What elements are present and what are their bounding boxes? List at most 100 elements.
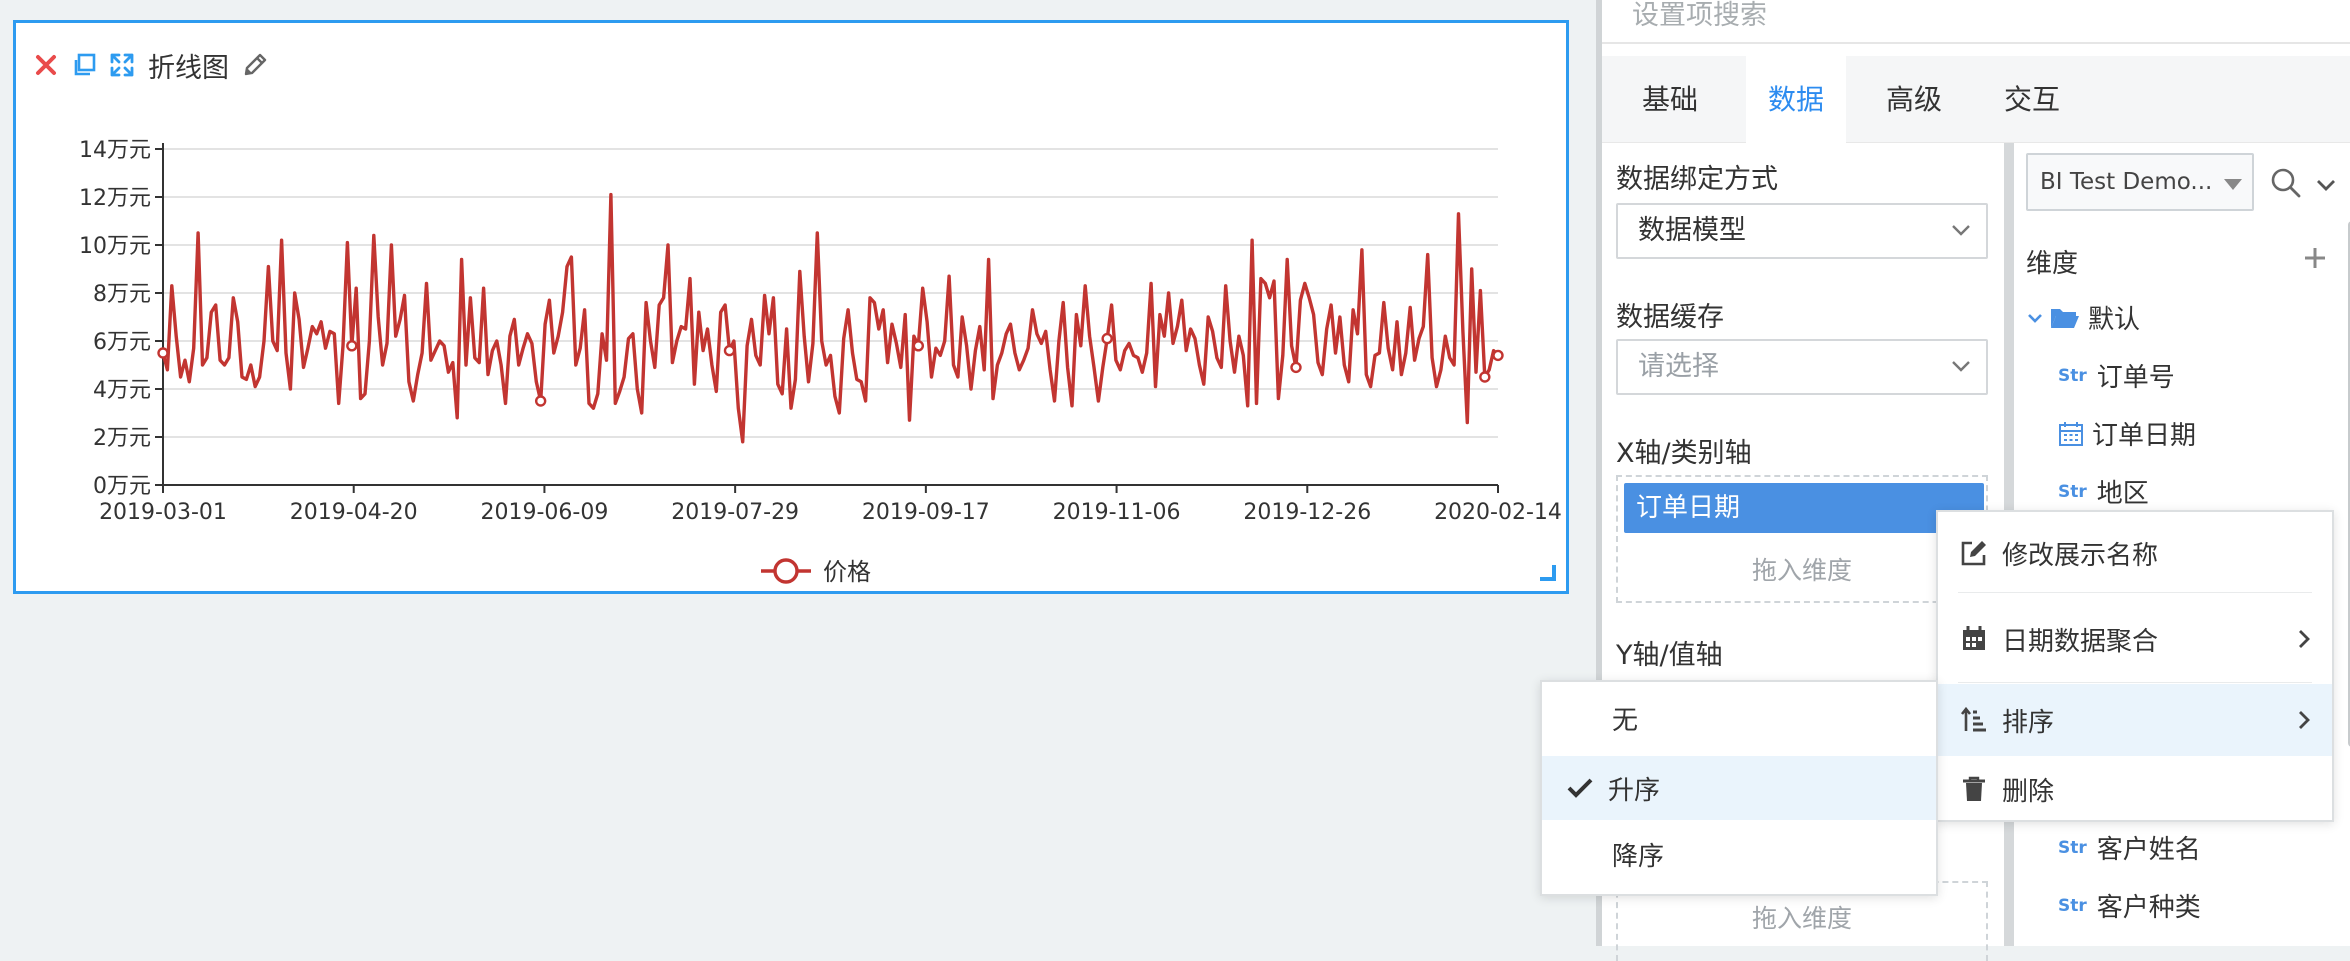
field-item[interactable]: Str 订单号	[2058, 357, 2175, 394]
tab-basic[interactable]: 基础	[1602, 56, 1738, 144]
menu-item-sort[interactable]: 排序	[1938, 684, 2332, 756]
y-tick-label: 12万元	[79, 186, 151, 211]
copy-icon[interactable]	[66, 47, 102, 83]
chevron-down-icon	[1952, 361, 1970, 372]
chevron-down-icon	[2028, 313, 2042, 323]
field-label: 订单日期	[2092, 421, 2197, 451]
menu-item-delete[interactable]: 删除	[1938, 758, 2332, 820]
widget-toolbar: 折线图	[28, 45, 275, 85]
string-type-icon: Str	[2058, 895, 2087, 916]
sort-option-descending[interactable]: 降序	[1542, 822, 1936, 886]
chevron-right-icon	[2299, 711, 2310, 729]
string-type-icon: Str	[2058, 365, 2087, 386]
tab-interaction[interactable]: 交互	[1976, 56, 2088, 144]
datasource-value: BI Test Demo...	[2040, 169, 2213, 195]
sort-submenu: 无 升序 降序	[1540, 680, 1938, 896]
y-tick-label: 4万元	[93, 378, 151, 403]
tree-folder-default[interactable]: 默认	[2026, 299, 2140, 336]
series-point	[1479, 371, 1491, 383]
field-label: 订单号	[2096, 363, 2175, 393]
field-label: 客户种类	[2096, 893, 2201, 923]
y-tick-label: 6万元	[93, 330, 151, 355]
cache-select[interactable]: 请选择	[1616, 339, 1988, 395]
resize-handle[interactable]	[1540, 565, 1556, 581]
x-axis-drop-hint: 拖入维度	[1751, 556, 1852, 585]
dimension-label: 维度	[2026, 249, 2079, 279]
x-tick-label: 2019-09-17	[862, 500, 990, 525]
folder-label: 默认	[2088, 305, 2141, 335]
x-axis-dropzone[interactable]: 订单日期 拖入维度	[1616, 475, 1988, 603]
search-icon[interactable]	[2270, 167, 2302, 199]
field-item[interactable]: Str 地区	[2058, 473, 2149, 510]
sort-option-label: 无	[1612, 705, 1639, 736]
y-tick-label: 10万元	[79, 234, 151, 259]
sort-option-ascending[interactable]: 升序	[1542, 756, 1936, 820]
series-line	[161, 192, 1500, 444]
cache-placeholder: 请选择	[1638, 351, 1719, 382]
string-type-icon: Str	[2058, 837, 2087, 858]
series-point	[1492, 349, 1504, 362]
field-label: 客户姓名	[2096, 835, 2201, 865]
x-tick-label: 2019-04-20	[290, 500, 418, 525]
caret-down-icon	[2224, 179, 2242, 190]
x-tick-label: 2019-03-01	[99, 500, 227, 525]
menu-item-rename[interactable]: 修改展示名称	[1938, 520, 2332, 586]
folder-open-icon	[2051, 308, 2079, 328]
series-point	[157, 347, 169, 359]
series-point	[534, 395, 547, 407]
x-tick-label: 2019-11-06	[1053, 500, 1181, 525]
series-point	[912, 340, 925, 352]
field-context-menu: 修改展示名称 日期数据聚合 排序 删除	[1936, 510, 2334, 822]
datasource-select[interactable]: BI Test Demo...	[2026, 153, 2254, 211]
menu-divider	[1958, 592, 2312, 593]
y-tick-label: 2万元	[93, 426, 151, 451]
dimension-header: 维度	[2026, 243, 2078, 280]
bind-method-label: 数据绑定方式	[1616, 164, 1778, 195]
y-tick-label: 8万元	[93, 282, 151, 307]
chevron-down-icon	[1952, 225, 1970, 236]
add-icon[interactable]	[2302, 245, 2328, 271]
edit-square-icon	[1961, 541, 1986, 566]
field-item[interactable]: 订单日期	[2058, 415, 2196, 452]
y-tick-label: 14万元	[79, 138, 151, 163]
chart-widget[interactable]: 0万元 2万元 4万元 6万元 8万元 10万元 12万元 14万元 2019-03-01 201…	[13, 20, 1569, 594]
menu-divider	[1958, 682, 2312, 683]
y-tick-label: 0万元	[93, 474, 151, 499]
check-icon	[1567, 778, 1593, 798]
sort-option-label: 升序	[1608, 775, 1661, 806]
tab-data[interactable]: 数据	[1746, 56, 1846, 144]
menu-item-label: 修改展示名称	[2002, 540, 2159, 571]
y-axis-label: Y轴/值轴	[1616, 640, 1723, 671]
field-item[interactable]: Str 客户姓名	[2058, 829, 2201, 866]
field-item[interactable]: Str 客户种类	[2058, 887, 2201, 924]
menu-item-date-aggregation[interactable]: 日期数据聚合	[1938, 600, 2332, 678]
series-point	[723, 344, 736, 357]
menu-item-label: 删除	[2002, 776, 2055, 807]
settings-search-input[interactable]: 设置项搜索	[1632, 0, 1767, 36]
y-axis-drop-hint: 拖入维度	[1751, 904, 1852, 933]
close-icon[interactable]	[28, 47, 64, 83]
string-type-icon: Str	[2058, 481, 2087, 502]
sort-option-none[interactable]: 无	[1542, 686, 1936, 750]
chevron-down-icon[interactable]	[2314, 173, 2338, 197]
x-tick-label: 2020-02-14	[1434, 500, 1562, 525]
bind-method-select[interactable]: 数据模型	[1616, 203, 1988, 259]
sort-option-label: 降序	[1612, 841, 1665, 872]
legend-label: 价格	[823, 558, 871, 586]
calendar-icon	[1963, 626, 1985, 650]
tab-bar: 基础 数据 高级 交互	[1602, 56, 2350, 144]
edit-icon[interactable]	[237, 47, 273, 83]
menu-item-label: 排序	[2002, 707, 2055, 738]
field-label: 地区	[2096, 479, 2149, 509]
series-point	[346, 340, 358, 352]
x-axis-label: X轴/类别轴	[1616, 438, 1752, 469]
expand-icon[interactable]	[104, 47, 140, 83]
cache-label: 数据缓存	[1616, 302, 1724, 333]
x-axis-field-label: 订单日期	[1636, 493, 1741, 523]
menu-item-label: 日期数据聚合	[2002, 626, 2159, 657]
x-tick-label: 2019-12-26	[1243, 500, 1371, 525]
x-axis-field-chip[interactable]: 订单日期	[1624, 483, 1984, 533]
tab-advanced[interactable]: 高级	[1858, 56, 1970, 144]
calendar-icon	[2059, 421, 2083, 446]
x-tick-label: 2019-07-29	[671, 500, 799, 525]
